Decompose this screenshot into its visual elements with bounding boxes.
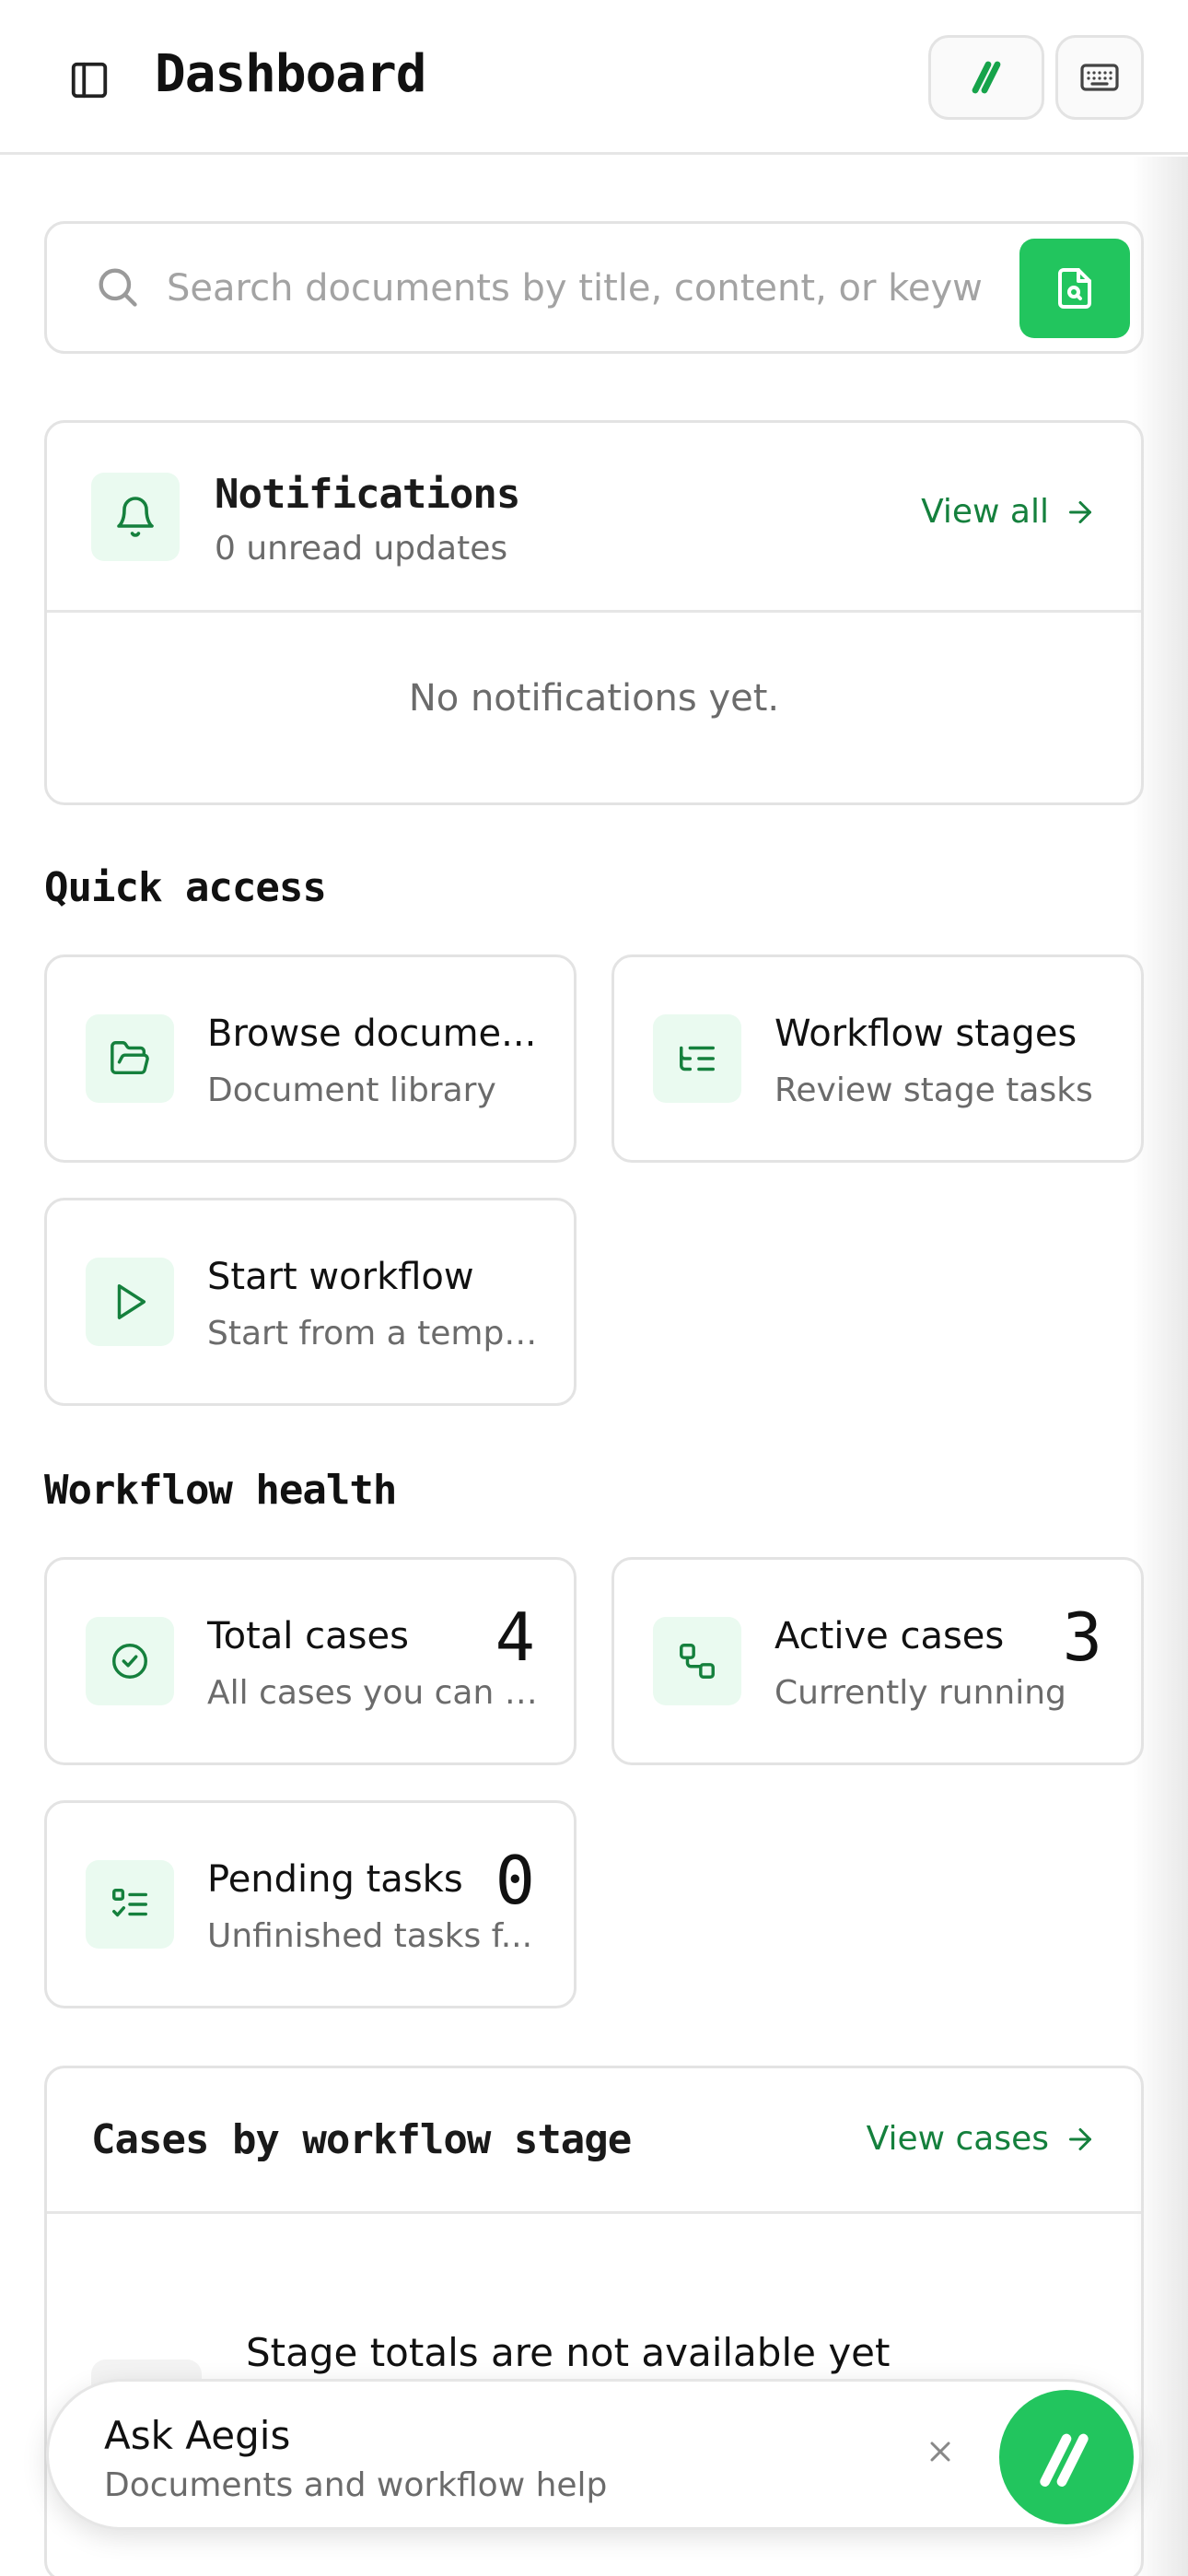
quick-access-heading: Quick access <box>44 864 327 911</box>
notifications-title: Notifications <box>215 471 520 518</box>
stat-value: 0 <box>495 1842 535 1919</box>
stat-label: Active cases <box>775 1615 1005 1657</box>
quick-access-browse-documents[interactable]: Browse docume... Document library <box>44 954 577 1163</box>
dashboard-page: Dashboard Search documents by title, con… <box>0 0 1188 2576</box>
cases-by-stage-empty-state: Stage totals are not available yet <box>246 2330 891 2375</box>
workflow-health-heading: Workflow health <box>44 1467 397 1514</box>
cases-by-stage-header: Cases by workflow stage View cases <box>47 2068 1141 2214</box>
check-circle-icon <box>86 1617 174 1705</box>
stat-label: Total cases <box>207 1615 409 1657</box>
cases-by-stage-title: Cases by workflow stage <box>91 2116 632 2163</box>
stat-value: 3 <box>1062 1598 1102 1676</box>
view-cases-label: View cases <box>866 2120 1049 2158</box>
quick-access-start-workflow[interactable]: Start workflow Start from a templ... <box>44 1198 577 1406</box>
stat-value: 4 <box>495 1598 535 1676</box>
search-bar <box>44 221 1144 354</box>
ask-aegis-title: Ask Aegis <box>104 2413 291 2458</box>
sidebar-toggle-icon[interactable] <box>57 48 122 112</box>
list-tree-icon <box>653 1014 741 1103</box>
keyboard-icon <box>1080 64 1119 91</box>
workflow-icon <box>653 1617 741 1705</box>
tile-label: Workflow stages <box>775 1013 1077 1055</box>
stat-pending-tasks[interactable]: Pending tasks Unfinished tasks f... 0 <box>44 1800 577 2008</box>
aegis-logo-icon <box>1040 2433 1089 2487</box>
brand-button[interactable] <box>928 35 1044 120</box>
tile-label: Browse docume... <box>207 1013 537 1055</box>
search-icon <box>93 263 141 314</box>
search-input[interactable] <box>167 257 996 320</box>
tile-description: Start from a templ... <box>207 1315 539 1352</box>
quick-access-workflow-stages[interactable]: Workflow stages Review stage tasks <box>611 954 1144 1163</box>
aegis-logo-icon <box>972 61 1001 94</box>
arrow-right-icon <box>1069 500 1091 523</box>
ask-aegis-open-button[interactable] <box>999 2390 1134 2524</box>
top-bar: Dashboard <box>0 0 1188 155</box>
notifications-empty-state: No notifications yet. <box>408 677 780 720</box>
file-search-icon <box>1058 268 1091 309</box>
close-icon[interactable] <box>914 2426 966 2477</box>
tile-label: Start workflow <box>207 1256 474 1298</box>
bell-icon <box>91 473 180 561</box>
page-title: Dashboard <box>155 44 426 104</box>
tile-description: Review stage tasks <box>775 1071 1093 1109</box>
arrow-right-icon <box>1069 2127 1091 2150</box>
notifications-header: Notifications 0 unread updates View all <box>47 423 1141 613</box>
folder-open-icon <box>86 1014 174 1103</box>
view-all-notifications-link[interactable]: View all <box>921 493 1097 531</box>
stat-active-cases[interactable]: Active cases Currently running 3 <box>611 1557 1144 1765</box>
play-icon <box>86 1258 174 1346</box>
view-cases-link[interactable]: View cases <box>867 2120 1097 2158</box>
notifications-unread-count: 0 unread updates <box>215 530 508 568</box>
stat-description: Currently running <box>775 1674 1066 1712</box>
stat-label: Pending tasks <box>207 1858 463 1901</box>
stat-description: All cases you can a... <box>207 1674 539 1712</box>
stat-description: Unfinished tasks f... <box>207 1917 533 1955</box>
ask-aegis-bar[interactable]: Ask Aegis Documents and workflow help <box>46 2379 1142 2530</box>
stat-total-cases[interactable]: Total cases All cases you can a... 4 <box>44 1557 577 1765</box>
tile-description: Document library <box>207 1071 496 1109</box>
notifications-card: Notifications 0 unread updates View all … <box>44 420 1144 805</box>
view-all-label: View all <box>921 493 1049 531</box>
ask-aegis-subtitle: Documents and workflow help <box>104 2466 608 2504</box>
search-documents-button[interactable] <box>1019 239 1130 338</box>
keyboard-shortcuts-button[interactable] <box>1055 35 1144 120</box>
list-checks-icon <box>86 1860 174 1949</box>
